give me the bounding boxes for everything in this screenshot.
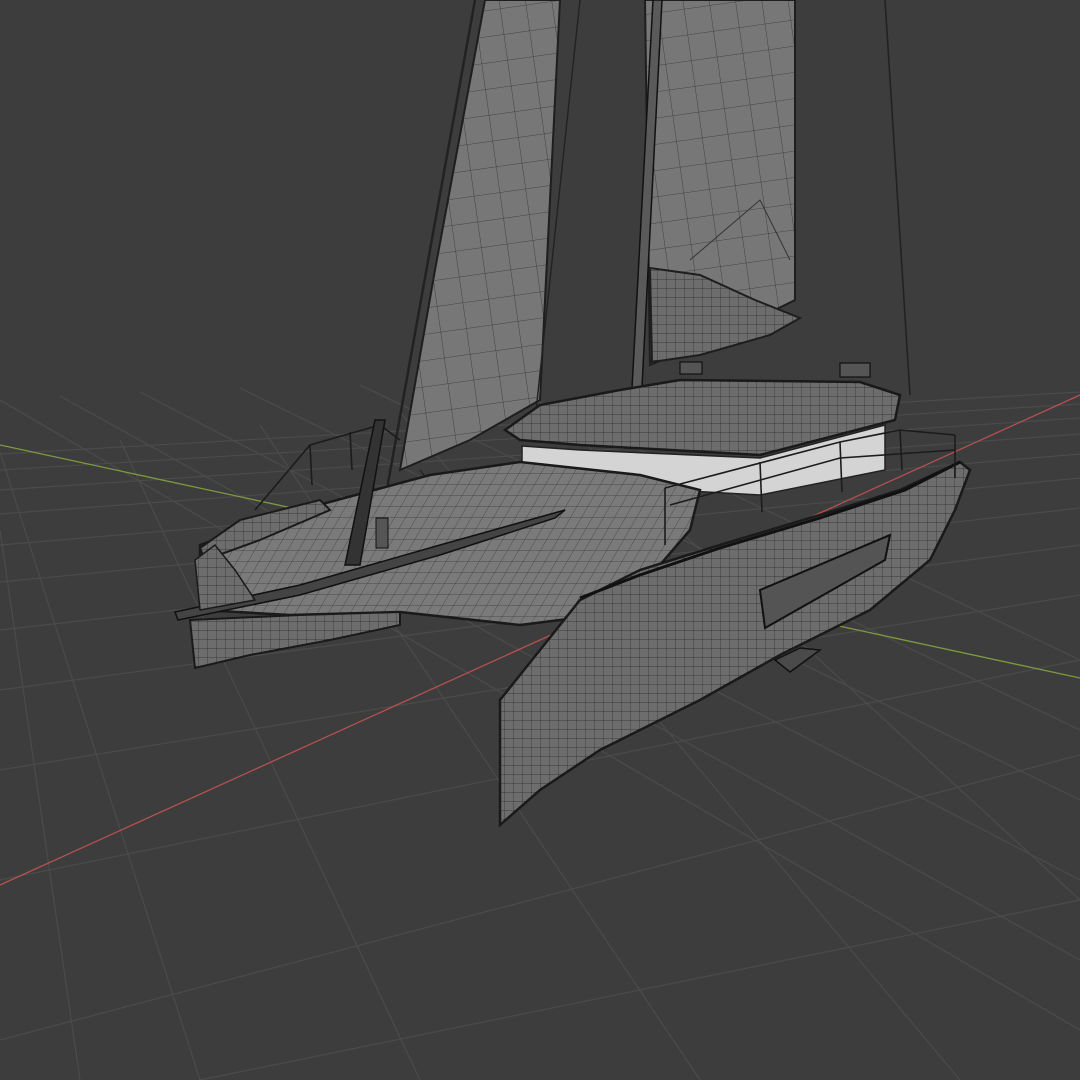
viewport-canvas[interactable]	[0, 0, 1080, 1080]
3d-viewport[interactable]	[0, 0, 1080, 1080]
jib-sail	[398, 0, 562, 472]
